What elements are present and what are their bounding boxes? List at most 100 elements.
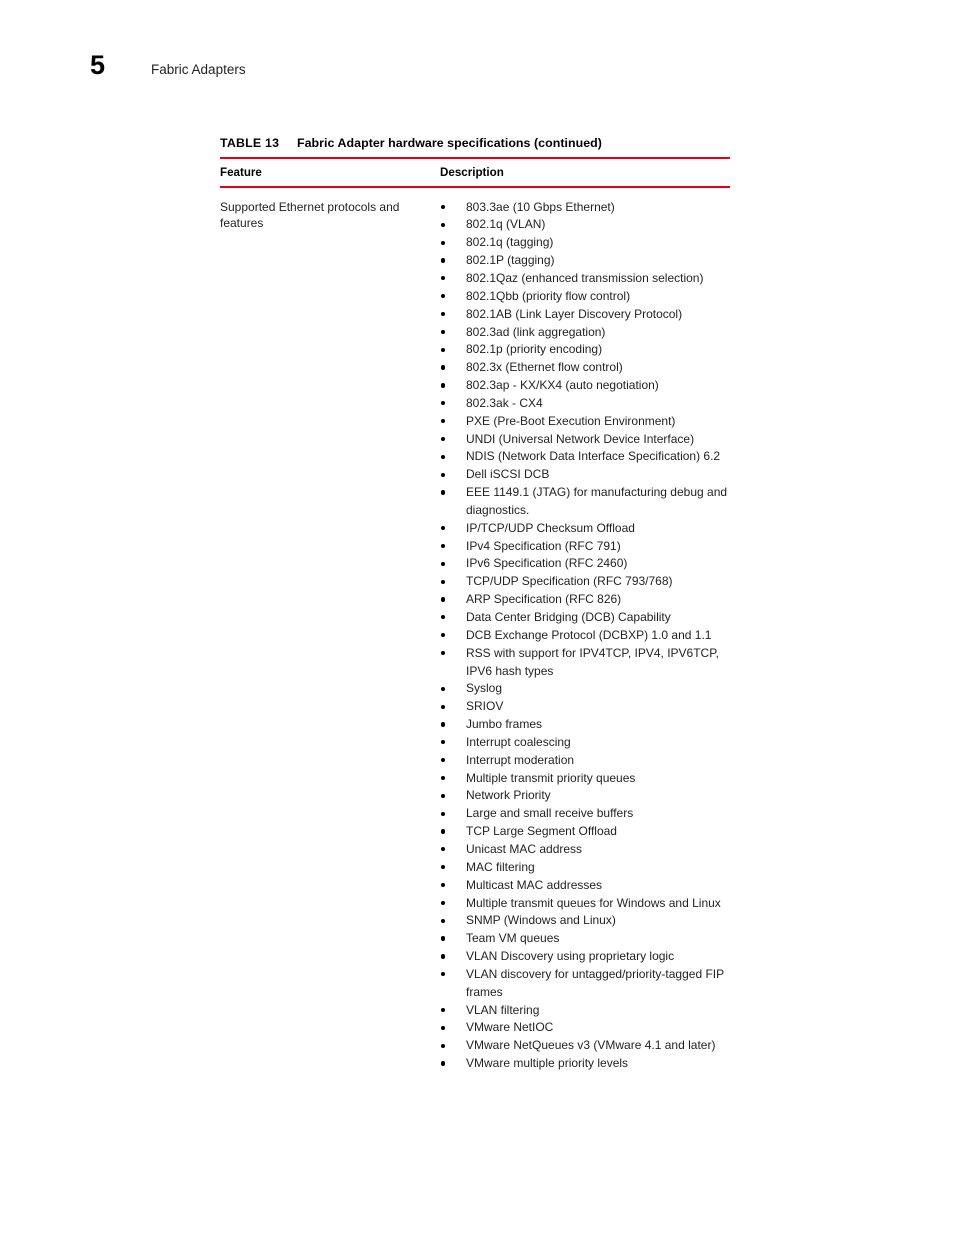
- bullet-dot-icon: [441, 918, 446, 923]
- bullet-dot-icon: [441, 222, 446, 227]
- list-item-label: NDIS (Network Data Interface Specificati…: [466, 449, 721, 464]
- list-item: IPv4 Specification (RFC 791): [440, 538, 730, 556]
- bullet-dot-icon: [441, 579, 446, 584]
- list-item-label: Multiple transmit priority queues: [466, 770, 636, 785]
- bullet-dot-icon: [441, 704, 446, 709]
- bullet-dot-icon: [441, 740, 446, 745]
- list-item: SRIOV: [440, 698, 730, 716]
- bullet-dot-icon: [441, 972, 446, 977]
- table-caption-text: Fabric Adapter hardware specifications (…: [297, 136, 602, 150]
- list-item-label: 802.3x (Ethernet flow control): [466, 360, 623, 375]
- bullet-dot-icon: [441, 240, 446, 245]
- list-item-label: Unicast MAC address: [466, 841, 583, 856]
- list-item-label: 802.1Qaz (enhanced transmission selectio…: [466, 270, 704, 285]
- list-item: VLAN discovery for untagged/priority-tag…: [440, 966, 730, 1002]
- cell-description: 803.3ae (10 Gbps Ethernet) 802.1q (VLAN) 8…: [440, 199, 730, 1073]
- list-item-label: Interrupt coalescing: [466, 734, 571, 749]
- list-item: DCB Exchange Protocol (DCBXP) 1.0 and 1.…: [440, 627, 730, 645]
- list-item: Network Priority: [440, 787, 730, 805]
- cell-feature: Supported Ethernet protocols and feature…: [220, 199, 400, 231]
- list-item-label: MAC filtering: [466, 859, 535, 874]
- list-item: Unicast MAC address: [440, 841, 730, 859]
- chapter-number: 5: [90, 50, 106, 80]
- list-item: IPv6 Specification (RFC 2460): [440, 555, 730, 573]
- list-item: 803.3ae (10 Gbps Ethernet): [440, 199, 730, 217]
- list-item-label: EEE 1149.1 (JTAG) for manufacturing debu…: [466, 485, 728, 517]
- list-item-label: 802.1p (priority encoding): [466, 342, 603, 357]
- list-item-label: Multicast MAC addresses: [466, 877, 603, 892]
- list-item-label: 802.1Qbb (priority flow control): [466, 288, 631, 303]
- list-item: 802.1Qaz (enhanced transmission selectio…: [440, 270, 730, 288]
- bullet-dot-icon: [441, 294, 446, 299]
- list-item-label: UNDI (Universal Network Device Interface…: [466, 431, 695, 446]
- list-item-label: VMware NetIOC: [466, 1020, 554, 1035]
- list-item-label: 802.1q (tagging): [466, 235, 554, 250]
- list-item-label: SRIOV: [466, 699, 504, 714]
- table-caption: TABLE 13 Fabric Adapter hardware specifi…: [220, 136, 730, 157]
- list-item: Large and small receive buffers: [440, 805, 730, 823]
- page-running-header: 5 Fabric Adapters: [90, 52, 246, 79]
- list-item: 802.1Qbb (priority flow control): [440, 288, 730, 306]
- list-item: TCP Large Segment Offload: [440, 823, 730, 841]
- list-item: Interrupt moderation: [440, 752, 730, 770]
- list-item-label: Data Center Bridging (DCB) Capability: [466, 610, 671, 624]
- list-item-label: IPv4 Specification (RFC 791): [466, 538, 621, 553]
- bullet-dot-icon: [441, 436, 446, 442]
- list-item: 802.1P (tagging): [440, 252, 730, 270]
- list-item: 802.1q (tagging): [440, 234, 730, 252]
- bullet-dot-icon: [441, 1043, 446, 1048]
- list-item: Jumbo frames: [440, 716, 730, 734]
- list-item-label: TCP/UDP Specification (RFC 793/768): [466, 574, 673, 589]
- bullet-dot-icon: [441, 365, 446, 370]
- bullet-dot-icon: [441, 204, 446, 210]
- list-item: ARP Specification (RFC 826): [440, 591, 730, 609]
- list-item-label: Syslog: [466, 681, 503, 696]
- bullet-dot-icon: [441, 561, 446, 566]
- list-item: Multiple transmit queues for Windows and…: [440, 895, 730, 913]
- list-item-label: TCP Large Segment Offload: [466, 824, 617, 839]
- list-item: Team VM queues: [440, 930, 730, 948]
- bullet-dot-icon: [441, 347, 446, 352]
- list-item-label: VLAN discovery for untagged/priority-tag…: [466, 966, 724, 999]
- list-item: VMware NetIOC: [440, 1019, 730, 1037]
- bullet-dot-icon: [441, 829, 446, 834]
- bullet-dot-icon: [441, 383, 446, 388]
- bullet-dot-icon: [441, 758, 446, 763]
- list-item: 802.3ap - KX/KX4 (auto negotiation): [440, 377, 730, 395]
- table-header-row: Feature Description: [220, 159, 730, 186]
- list-item: 802.1AB (Link Layer Discovery Protocol): [440, 306, 730, 324]
- bullet-dot-icon: [441, 329, 446, 334]
- list-item-label: VMware multiple priority levels: [466, 1056, 629, 1071]
- list-item: Multiple transmit priority queues: [440, 770, 730, 788]
- bullet-dot-icon: [441, 722, 446, 727]
- list-item: 802.1q (VLAN): [440, 216, 730, 234]
- list-item-label: ARP Specification (RFC 826): [466, 592, 622, 607]
- list-item-label: 802.3ap - KX/KX4 (auto negotiation): [466, 378, 659, 393]
- bullet-dot-icon: [441, 597, 446, 602]
- bullet-dot-icon: [441, 419, 446, 424]
- bullet-dot-icon: [441, 526, 446, 531]
- bullet-dot-icon: [441, 954, 446, 959]
- list-item: Multicast MAC addresses: [440, 877, 730, 895]
- bullet-dot-icon: [441, 490, 446, 495]
- list-item: NDIS (Network Data Interface Specificati…: [440, 448, 730, 466]
- list-item: Dell iSCSI DCB: [440, 466, 730, 484]
- bullet-dot-icon: [441, 775, 446, 781]
- bullet-dot-icon: [441, 454, 446, 459]
- list-item-label: 802.3ad (link aggregation): [466, 324, 606, 339]
- list-item: VLAN filtering: [440, 1002, 730, 1020]
- list-item: Data Center Bridging (DCB) Capability: [440, 609, 730, 627]
- list-item-label: Multiple transmit queues for Windows and…: [466, 895, 721, 910]
- bullet-dot-icon: [441, 865, 446, 870]
- bullet-dot-icon: [441, 686, 446, 691]
- list-item-label: Network Priority: [466, 788, 551, 803]
- list-item: 802.3x (Ethernet flow control): [440, 359, 730, 377]
- list-item: RSS with support for IPV4TCP, IPV4, IPV6…: [440, 645, 730, 681]
- table-13: TABLE 13 Fabric Adapter hardware specifi…: [220, 136, 730, 1073]
- list-item-label: VLAN Discovery using proprietary logic: [466, 949, 675, 964]
- list-item: 802.3ad (link aggregation): [440, 324, 730, 342]
- list-item: SNMP (Windows and Linux): [440, 912, 730, 930]
- bullet-dot-icon: [441, 793, 446, 798]
- list-item-label: DCB Exchange Protocol (DCBXP) 1.0 and 1.…: [466, 627, 712, 642]
- bullet-dot-icon: [441, 847, 446, 852]
